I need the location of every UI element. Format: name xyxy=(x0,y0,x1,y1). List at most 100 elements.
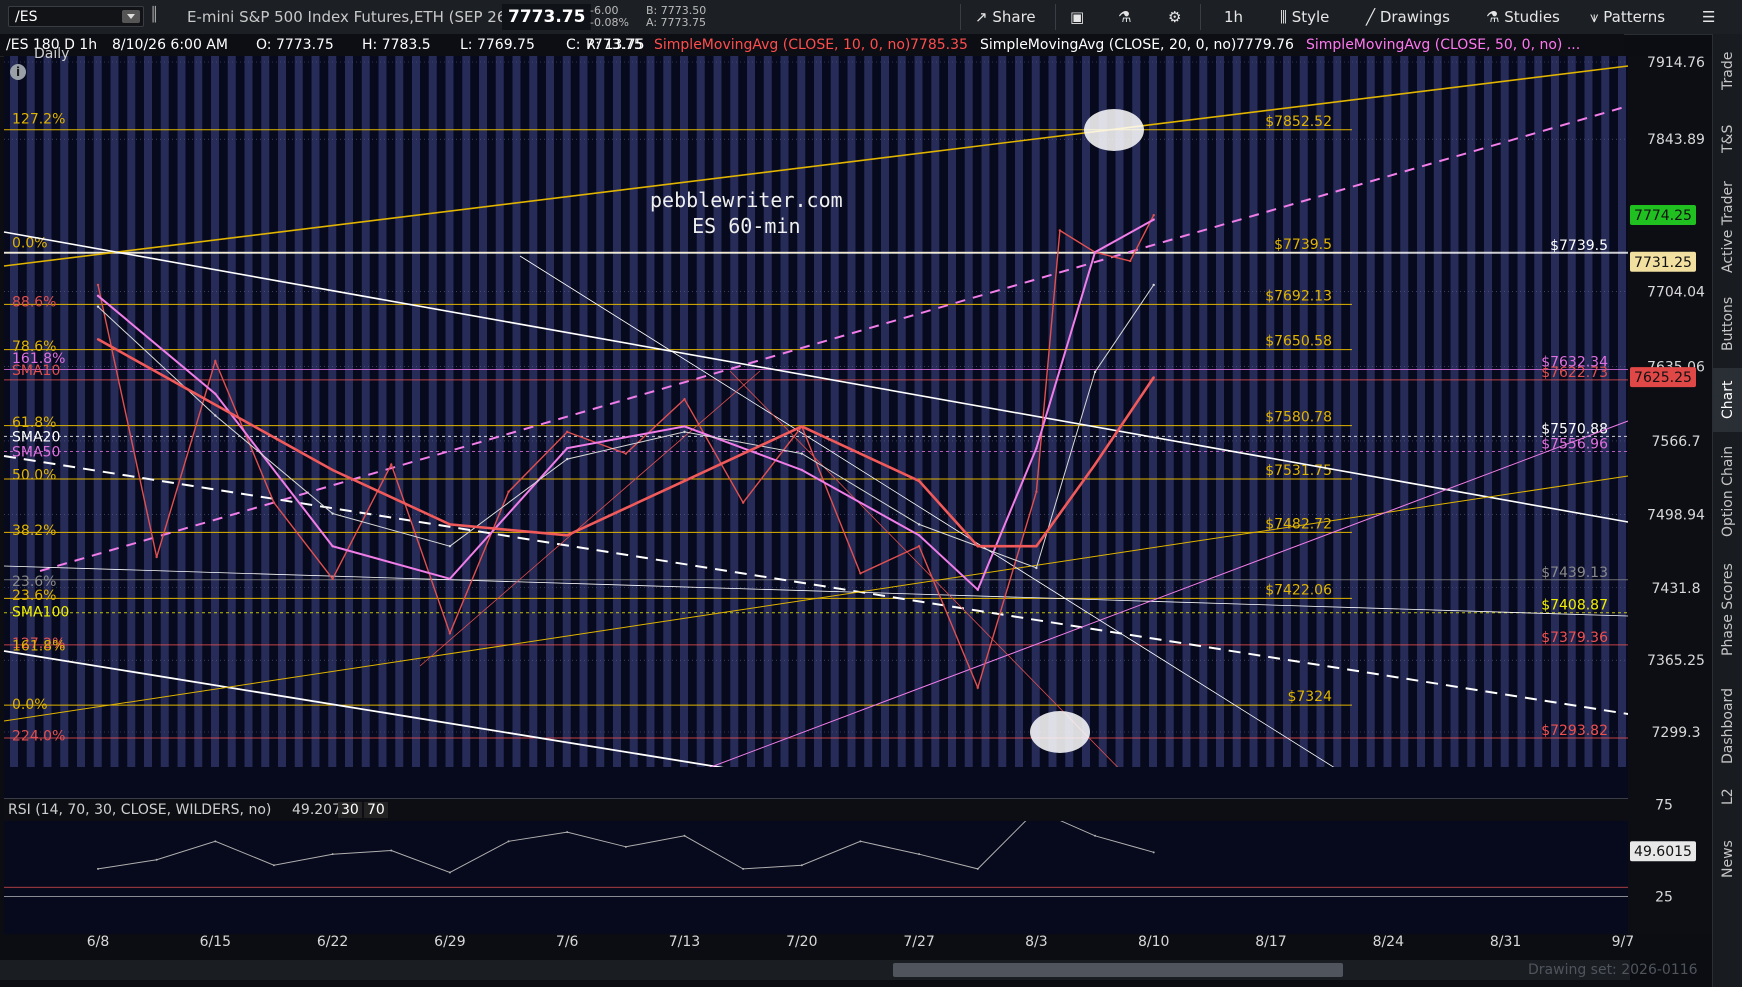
timeframe-button[interactable]: 1h xyxy=(1224,5,1243,29)
stripe xyxy=(747,56,755,790)
x-tick-label: 7/13 xyxy=(669,934,700,950)
stripe xyxy=(881,56,889,790)
series-point-price xyxy=(214,359,217,363)
sidebar-tab-news[interactable]: News xyxy=(1713,814,1742,904)
symbol-dropdown-icon[interactable] xyxy=(122,10,140,23)
stripe xyxy=(378,56,387,790)
sidebar-tab-trade[interactable]: Trade xyxy=(1713,38,1742,104)
stripe xyxy=(713,56,722,790)
share-button[interactable]: ↗ Share xyxy=(975,5,1036,29)
sidebar-tab-t-s[interactable]: T&S xyxy=(1713,106,1742,172)
rsi-point xyxy=(918,853,921,856)
layout-icon[interactable]: ▣ xyxy=(1070,5,1084,29)
time-scrollbar[interactable] xyxy=(0,960,1630,980)
level-price-label: $7439.13 xyxy=(1541,565,1608,581)
stripe xyxy=(60,56,69,790)
stripe xyxy=(847,56,856,790)
series-point-sma10 xyxy=(214,392,217,395)
symbol-input[interactable]: /ES xyxy=(8,6,144,27)
share-icon: ↗ xyxy=(975,8,988,26)
stripe xyxy=(897,56,906,790)
sma20-value: 7779.76 xyxy=(1236,37,1294,53)
stripe xyxy=(328,56,337,790)
series-point-price xyxy=(1035,490,1038,493)
stripe xyxy=(311,56,320,790)
rsi-label[interactable]: RSI (14, 70, 30, CLOSE, WILDERS, no) xyxy=(8,802,271,818)
toolbar: /ES ║ E-mini S&P 500 Index Futures,ETH (… xyxy=(0,0,1742,35)
stripe xyxy=(1216,56,1224,790)
patterns-icon: ⩛ xyxy=(1590,8,1599,26)
series-point-price xyxy=(859,572,862,575)
style-button[interactable]: ⫼ Style xyxy=(1280,5,1329,29)
flask-icon: ⚗ xyxy=(1486,8,1500,26)
stripe xyxy=(680,56,688,790)
share-label: Share xyxy=(992,8,1036,26)
stripe xyxy=(345,56,353,790)
stripe xyxy=(646,56,655,790)
rsi-point xyxy=(624,845,627,848)
stripe xyxy=(948,56,956,790)
sidebar-tab-active-trader[interactable]: Active Trader xyxy=(1713,174,1742,280)
series-point-sma50 xyxy=(976,544,979,548)
right-sidebar: Trade T&S Active Trader Buttons Chart Option … xyxy=(1712,34,1742,987)
rsi-point xyxy=(1152,851,1155,854)
series-point-sma50 xyxy=(214,403,217,406)
stripe xyxy=(227,56,236,790)
stripe xyxy=(1517,56,1526,790)
x-tick-label: 8/17 xyxy=(1255,934,1286,950)
high-value: H: 7783.5 xyxy=(362,37,431,53)
studies-button[interactable]: ⚗ Studies xyxy=(1486,5,1560,29)
series-point-sma50 xyxy=(96,338,100,341)
series-point-sma10 xyxy=(976,588,979,591)
rsi-tick-label: 75 xyxy=(1655,798,1673,814)
sidebar-tab-dashboard[interactable]: Dashboard xyxy=(1713,672,1742,780)
series-point-price xyxy=(566,430,569,434)
level-left-label: SMA10 xyxy=(12,363,60,379)
symbol-text: /ES xyxy=(15,9,38,25)
level-price-label: $7622.73 xyxy=(1541,365,1608,381)
candle-icon: ⫼ xyxy=(1280,8,1287,26)
sma10-value: 7785.35 xyxy=(910,37,968,53)
menu-icon[interactable]: ☰ xyxy=(1702,5,1715,29)
range-value: R: 13.75 xyxy=(586,37,645,53)
rsi-header: RSI (14, 70, 30, CLOSE, WILDERS, no) 49.… xyxy=(4,798,1628,821)
series-point-sma10 xyxy=(96,294,100,297)
series-point-price xyxy=(976,686,979,689)
link-icon[interactable]: ║ xyxy=(150,7,158,23)
sma50-label[interactable]: SimpleMovingAvg (CLOSE, 50, 0, no) ... xyxy=(1306,37,1580,53)
sma20-label[interactable]: SimpleMovingAvg (CLOSE, 20, 0, no) xyxy=(980,37,1236,53)
series-point-sma10 xyxy=(1152,218,1155,221)
series-point-price xyxy=(448,632,452,635)
flask-icon[interactable]: ⚗ xyxy=(1118,5,1131,29)
info-icon[interactable]: i xyxy=(10,64,26,80)
rsi-background xyxy=(4,767,1628,934)
series-point-sma50 xyxy=(800,425,803,428)
patterns-button[interactable]: ⩛ Patterns xyxy=(1590,5,1665,29)
level-left-label: 23.6% xyxy=(12,588,56,604)
price-chart[interactable]: $7852.52 $7739.5 $7692.13 $7650.58 $7580.78 $… xyxy=(0,56,1712,960)
rsi-point xyxy=(331,853,334,856)
scrollbar-thumb[interactable] xyxy=(893,963,1343,977)
gear-icon[interactable]: ⚙ xyxy=(1168,5,1181,29)
series-point-price xyxy=(741,501,745,504)
watermark-subtitle: ES 60-min xyxy=(692,214,801,238)
y-tick-label: 7498.94 xyxy=(1647,508,1705,524)
stripe xyxy=(1182,56,1191,790)
series-point-sma20 xyxy=(917,523,921,526)
stripe xyxy=(562,56,571,790)
series-point-sma20 xyxy=(683,430,686,434)
sidebar-tab-chart[interactable]: Chart xyxy=(1713,368,1742,432)
sidebar-tab-option-chain[interactable]: Option Chain xyxy=(1713,434,1742,548)
sidebar-tab-buttons[interactable]: Buttons xyxy=(1713,282,1742,366)
stripe xyxy=(93,56,102,790)
sma10-label[interactable]: SimpleMovingAvg (CLOSE, 10, 0, no) xyxy=(654,37,910,53)
sidebar-tab-phase-scores[interactable]: Phase Scores xyxy=(1713,550,1742,670)
drawings-button[interactable]: ╱ Drawings xyxy=(1366,5,1450,29)
series-point-sma10 xyxy=(1035,446,1038,450)
style-label: Style xyxy=(1291,8,1330,26)
sidebar-tab-l2[interactable]: L2 xyxy=(1713,782,1742,812)
stripe xyxy=(797,56,806,790)
stripe xyxy=(663,56,672,790)
rsi-point xyxy=(800,864,803,867)
stripe xyxy=(730,56,739,790)
